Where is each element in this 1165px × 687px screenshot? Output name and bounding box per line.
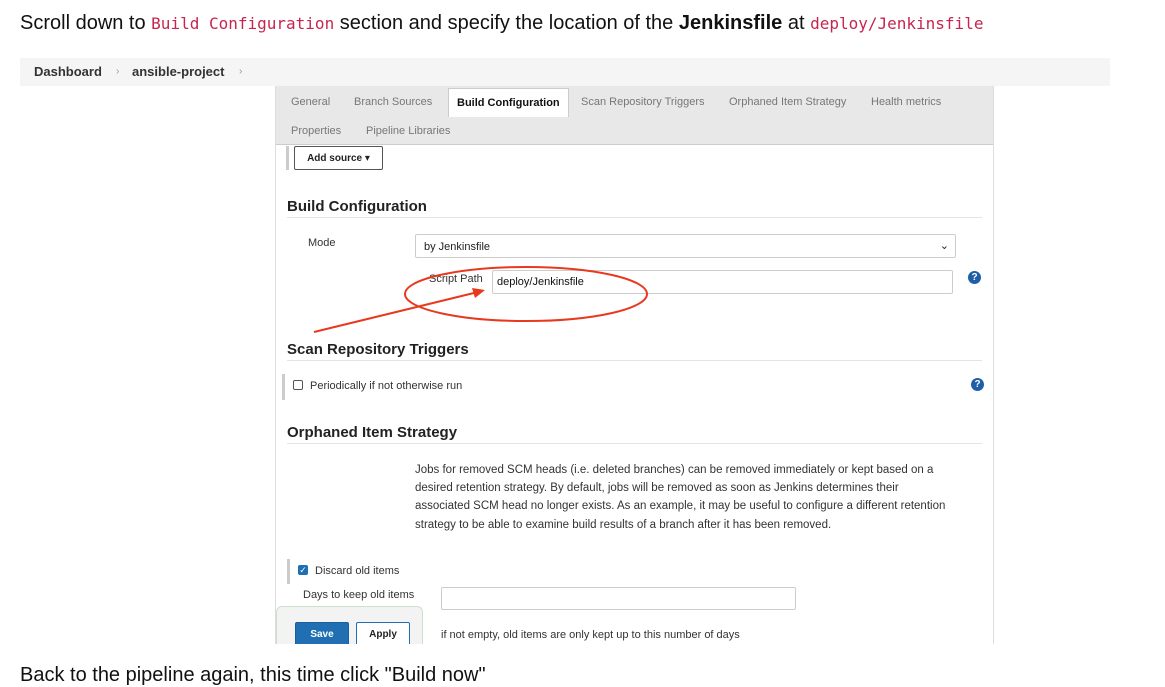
instruction-prefix: Scroll down to bbox=[20, 12, 152, 34]
config-panel: General Branch Sources Build Configurati… bbox=[275, 86, 994, 644]
breadcrumb-dashboard[interactable]: Dashboard bbox=[34, 64, 102, 79]
instruction-text: Scroll down to Build Configuration secti… bbox=[20, 12, 983, 35]
section-divider bbox=[287, 443, 982, 444]
periodic-label: Periodically if not otherwise run bbox=[310, 380, 463, 392]
tab-health-metrics[interactable]: Health metrics bbox=[871, 96, 941, 108]
days-to-keep-hint: if not empty, old items are only kept up… bbox=[441, 629, 740, 641]
mode-select-value: by Jenkinsfile bbox=[424, 241, 491, 253]
breadcrumb: Dashboard › ansible-project › bbox=[20, 58, 1110, 86]
instruction-at: at bbox=[782, 12, 811, 34]
tab-build-configuration[interactable]: Build Configuration bbox=[448, 88, 569, 117]
section-divider bbox=[287, 360, 982, 361]
tab-orphaned-item-strategy[interactable]: Orphaned Item Strategy bbox=[729, 96, 846, 108]
tab-bar: General Branch Sources Build Configurati… bbox=[276, 86, 993, 145]
orphaned-strategy-title: Orphaned Item Strategy bbox=[287, 424, 458, 441]
instruction-path-code: deploy/Jenkinsfile bbox=[810, 14, 984, 33]
script-path-value: deploy/Jenkinsfile bbox=[497, 276, 584, 288]
discard-old-items-label: Discard old items bbox=[315, 565, 400, 577]
script-path-label: Script Path bbox=[429, 273, 483, 285]
help-icon[interactable]: ? bbox=[968, 271, 981, 284]
periodic-checkbox[interactable] bbox=[293, 380, 303, 390]
section-left-bar bbox=[282, 374, 285, 400]
mode-select[interactable]: by Jenkinsfile ⌄ bbox=[415, 234, 956, 258]
footer-instruction: Back to the pipeline again, this time cl… bbox=[20, 664, 486, 686]
instruction-section-code: Build Configuration bbox=[151, 14, 335, 33]
discard-old-items-checkbox[interactable]: ✓ bbox=[298, 565, 308, 575]
days-to-keep-input[interactable] bbox=[441, 587, 796, 610]
breadcrumb-chevron-icon: › bbox=[239, 66, 243, 77]
script-path-input[interactable]: deploy/Jenkinsfile bbox=[492, 270, 953, 294]
breadcrumb-ansible-project[interactable]: ansible-project bbox=[132, 64, 224, 79]
tab-branch-sources[interactable]: Branch Sources bbox=[354, 96, 432, 108]
apply-button[interactable]: Apply bbox=[356, 622, 410, 644]
chevron-down-icon: ⌄ bbox=[939, 240, 949, 252]
caret-down-icon: ▾ bbox=[364, 153, 370, 164]
scan-triggers-title: Scan Repository Triggers bbox=[287, 341, 469, 358]
tab-scan-repository-triggers[interactable]: Scan Repository Triggers bbox=[581, 96, 705, 108]
breadcrumb-chevron-icon: › bbox=[116, 66, 120, 77]
orphaned-description: Jobs for removed SCM heads (i.e. deleted… bbox=[415, 464, 946, 531]
section-left-bar bbox=[287, 559, 290, 584]
section-left-bar bbox=[286, 146, 289, 170]
instruction-middle: section and specify the location of the bbox=[334, 12, 679, 34]
tab-properties[interactable]: Properties bbox=[291, 125, 341, 137]
tab-pipeline-libraries[interactable]: Pipeline Libraries bbox=[366, 125, 450, 137]
build-configuration-title: Build Configuration bbox=[287, 198, 427, 215]
save-button[interactable]: Save bbox=[295, 622, 349, 644]
section-divider bbox=[287, 217, 982, 218]
help-icon[interactable]: ? bbox=[971, 378, 984, 391]
instruction-jenkinsfile: Jenkinsfile bbox=[678, 12, 783, 34]
add-source-label: Add source bbox=[307, 153, 363, 164]
days-to-keep-label: Days to keep old items bbox=[303, 589, 415, 601]
mode-label: Mode bbox=[308, 237, 336, 249]
tab-general[interactable]: General bbox=[291, 96, 330, 108]
add-source-button[interactable]: Add source ▾ bbox=[294, 146, 383, 170]
